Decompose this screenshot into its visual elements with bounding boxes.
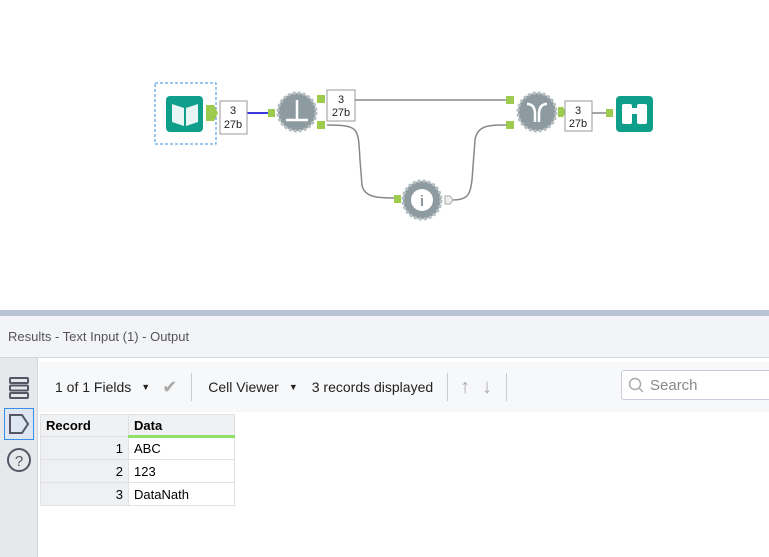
svg-text:i: i (420, 193, 424, 210)
column-header-record[interactable]: Record (40, 414, 129, 437)
results-title: Results - Text Input (1) - Output (8, 329, 190, 344)
table-row[interactable]: 3 DataNath (40, 482, 235, 506)
svg-text:3: 3 (230, 105, 236, 117)
chevron-down-icon: ▼ (288, 382, 298, 392)
arrow-up-icon[interactable]: ↑ (460, 376, 470, 399)
record-cell: 3 (40, 482, 129, 506)
data-button[interactable] (4, 408, 34, 440)
list-icon (9, 377, 29, 399)
text-input-tool[interactable] (166, 96, 218, 132)
fields-dropdown[interactable]: 1 of 1 Fields ▼ (55, 379, 150, 395)
help-button[interactable]: ? (4, 444, 34, 476)
column-header-data[interactable]: Data (128, 414, 235, 438)
data-cell[interactable]: DataNath (128, 482, 235, 506)
anchor-icon (9, 414, 30, 434)
chevron-down-icon: ▼ (141, 382, 151, 392)
arrow-down-icon[interactable]: ↓ (482, 376, 492, 399)
search-placeholder: Search (650, 376, 698, 394)
record-cell: 2 (40, 459, 129, 483)
connection-join-message[interactable] (326, 124, 396, 199)
metadata-button[interactable] (4, 372, 34, 404)
table-header: Record Data (40, 414, 235, 438)
svg-text:?: ? (15, 453, 23, 470)
output-anchor[interactable] (444, 195, 454, 205)
browse-tool[interactable] (606, 96, 653, 132)
svg-text:3: 3 (575, 105, 581, 117)
input-anchor[interactable] (268, 109, 275, 117)
input-anchor[interactable] (606, 109, 613, 117)
cell-viewer-dropdown[interactable]: Cell Viewer ▼ (208, 379, 297, 395)
join-tool[interactable] (268, 91, 325, 133)
divider (506, 373, 508, 401)
cell-viewer-label: Cell Viewer (208, 379, 279, 395)
record-badge: 3 27b (219, 100, 248, 135)
results-table: Record Data 1 ABC 2 123 3 DataNath (40, 414, 235, 506)
workflow-diagram: 3 27b 3 27b i 3 27b (154, 82, 653, 221)
results-toolbar: 1 of 1 Fields ▼ ✔ Cell Viewer ▼ 3 records … (39, 362, 769, 412)
record-badge: 3 27b (564, 100, 593, 132)
join-right-output-anchor[interactable] (317, 121, 325, 129)
divider (191, 373, 193, 401)
divider (447, 373, 449, 401)
union-icon (516, 91, 558, 133)
fields-label: 1 of 1 Fields (55, 379, 132, 395)
results-sidebar: ? (0, 358, 38, 557)
union-right-input-anchor[interactable] (506, 121, 514, 129)
results-header: Results - Text Input (1) - Output (0, 316, 769, 358)
record-cell: 1 (40, 436, 129, 460)
input-anchor[interactable] (394, 195, 401, 203)
table-row[interactable]: 1 ABC (40, 436, 235, 460)
svg-text:27b: 27b (569, 118, 587, 130)
data-cell[interactable]: 123 (128, 459, 235, 483)
help-icon: ? (7, 448, 31, 472)
connection-message-union[interactable] (451, 124, 507, 201)
union-left-input-anchor[interactable] (506, 96, 514, 104)
message-tool[interactable]: i (394, 179, 454, 221)
svg-text:27b: 27b (332, 107, 350, 119)
data-cell[interactable]: ABC (128, 436, 235, 460)
union-tool[interactable] (506, 91, 566, 133)
workflow-canvas[interactable]: 3 27b 3 27b i 3 27b (0, 0, 769, 310)
search-input[interactable]: Search (621, 370, 769, 400)
svg-text:27b: 27b (224, 119, 242, 131)
check-icon[interactable]: ✔ (162, 377, 177, 398)
record-badge: 3 27b (326, 89, 356, 122)
svg-text:3: 3 (338, 94, 344, 106)
table-row[interactable]: 2 123 (40, 459, 235, 483)
records-count: 3 records displayed (311, 379, 434, 395)
search-icon (628, 377, 644, 393)
join-left-output-anchor[interactable] (317, 95, 325, 103)
